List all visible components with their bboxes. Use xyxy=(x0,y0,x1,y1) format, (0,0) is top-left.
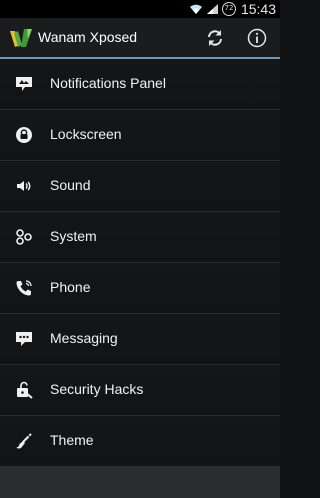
menu-item-system[interactable]: System xyxy=(0,212,280,263)
message-icon xyxy=(16,332,32,346)
menu-item-notifications-panel[interactable]: Notifications Panel xyxy=(0,59,280,110)
action-bar: Wanam Xposed xyxy=(0,18,280,59)
menu-item-lockscreen[interactable]: Lockscreen xyxy=(0,110,280,161)
security-hacks-icon xyxy=(17,381,33,399)
battery-icon: 72 xyxy=(221,2,236,16)
system-icon xyxy=(16,229,32,245)
menu-item-label: System xyxy=(50,228,97,244)
lock-icon xyxy=(16,127,32,143)
theme-brush-icon xyxy=(16,433,32,449)
menu-item-theme[interactable]: Theme xyxy=(0,416,280,467)
app-title: Wanam Xposed xyxy=(38,29,138,45)
menu-item-phone[interactable]: Phone xyxy=(0,263,280,314)
wifi-icon xyxy=(189,4,202,14)
info-button[interactable] xyxy=(246,27,268,49)
bottom-bar xyxy=(0,466,280,498)
settings-menu-list: Notifications Panel Lockscreen Sound Sys… xyxy=(0,59,280,467)
notifications-panel-icon xyxy=(16,77,32,91)
menu-item-sound[interactable]: Sound xyxy=(0,161,280,212)
menu-item-label: Messaging xyxy=(50,330,118,346)
menu-item-label: Theme xyxy=(50,432,94,448)
status-time: 15:43 xyxy=(240,1,276,17)
status-bar: 72 15:43 xyxy=(0,0,280,18)
menu-item-label: Sound xyxy=(50,177,91,193)
info-icon xyxy=(247,28,267,48)
menu-item-label: Lockscreen xyxy=(50,126,122,142)
speaker-icon xyxy=(17,181,31,191)
menu-item-label: Security Hacks xyxy=(50,381,144,397)
menu-item-label: Notifications Panel xyxy=(50,75,166,91)
app-logo-icon xyxy=(10,29,32,47)
menu-item-messaging[interactable]: Messaging xyxy=(0,314,280,365)
status-icons: 72 15:43 xyxy=(189,1,276,17)
phone-icon xyxy=(16,280,32,296)
refresh-icon xyxy=(208,30,222,46)
refresh-button[interactable] xyxy=(204,27,226,49)
signal-icon xyxy=(206,4,218,14)
menu-item-label: Phone xyxy=(50,279,91,295)
menu-item-security-hacks[interactable]: Security Hacks xyxy=(0,365,280,416)
